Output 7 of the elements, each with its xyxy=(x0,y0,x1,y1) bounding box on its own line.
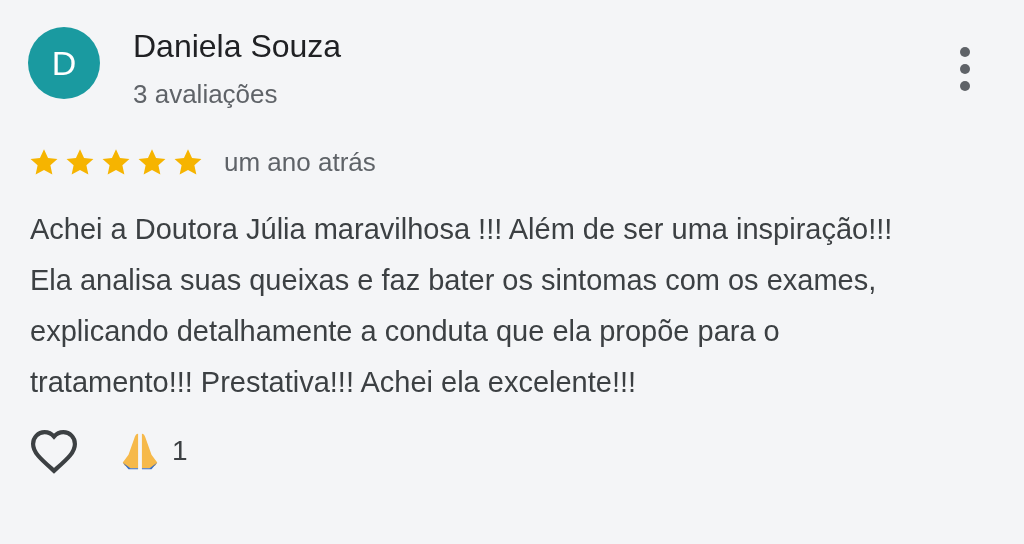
author-name[interactable]: Daniela Souza xyxy=(133,27,956,65)
reaction-count: 1 xyxy=(172,434,188,468)
avatar: D xyxy=(28,27,100,99)
review-time: um ano atrás xyxy=(224,146,376,179)
heart-icon[interactable] xyxy=(28,428,80,474)
review-count: 3 avaliações xyxy=(133,79,279,109)
review-text: Achei a Doutora Júlia maravilhosa !!! Além de ser uma inspiração!!! Ela analisa suas queixas e faz bater os sintomas com os exames, explicando detalhamente a conduta que ela propõe para o tratamento!!! Prestativa!!! Achei ela excelente!!! xyxy=(30,212,894,400)
